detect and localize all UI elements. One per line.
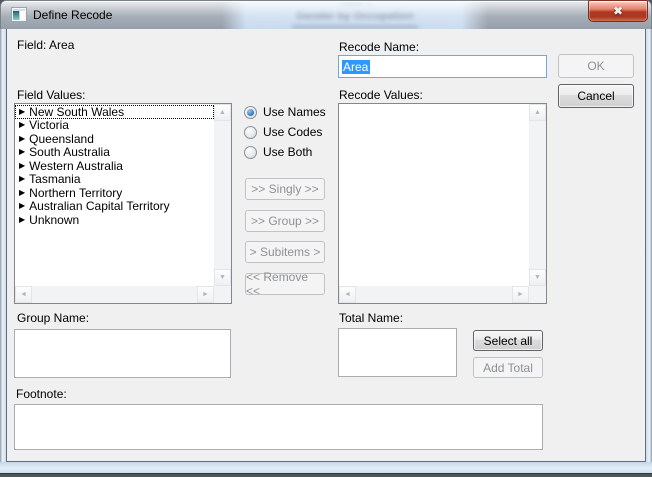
- field-label: Field: Area: [17, 38, 74, 52]
- close-button[interactable]: ✖: [588, 0, 648, 22]
- expand-arrow-icon: ▶: [19, 162, 25, 170]
- scroll-left-button[interactable]: ◄: [15, 286, 32, 303]
- arrow-right-icon: ►: [517, 291, 524, 298]
- list-item[interactable]: ▶ Victoria: [15, 119, 214, 133]
- expand-arrow-icon: ▶: [19, 202, 25, 210]
- list-item[interactable]: ▶ South Australia: [15, 146, 214, 160]
- app-icon: [11, 7, 27, 22]
- list-item-label: New South Wales: [29, 105, 124, 119]
- arrow-left-icon: ◄: [20, 291, 27, 298]
- field-values-label: Field Values:: [17, 88, 85, 102]
- field-values-listbox: ▶ New South Wales ▶ Victoria ▶ Queensland ▶ Sou…: [14, 103, 232, 304]
- add-total-button[interactable]: Add Total: [473, 357, 543, 378]
- expand-arrow-icon: ▶: [19, 175, 25, 183]
- arrow-left-icon: ◄: [344, 291, 351, 298]
- list-item-label: Unknown: [29, 213, 79, 227]
- list-item[interactable]: ▶ Queensland: [15, 132, 214, 146]
- recode-values-list: [339, 105, 529, 286]
- scroll-right-button[interactable]: ►: [197, 286, 214, 303]
- radio-button-icon[interactable]: [244, 106, 257, 119]
- recode-values-label: Recode Values:: [339, 88, 423, 102]
- select-all-button[interactable]: Select all: [473, 330, 543, 351]
- total-name-input[interactable]: [338, 328, 457, 377]
- horizontal-scrollbar[interactable]: ◄ ►: [339, 286, 529, 303]
- scroll-down-button[interactable]: ▼: [214, 269, 231, 286]
- list-item[interactable]: ▶ Australian Capital Territory: [15, 200, 214, 214]
- ok-button[interactable]: OK: [558, 54, 634, 78]
- expand-arrow-icon: ▶: [19, 121, 25, 129]
- expand-arrow-icon: ▶: [19, 216, 25, 224]
- list-item-label: Tasmania: [29, 172, 80, 186]
- horizontal-scrollbar[interactable]: ◄ ►: [15, 286, 214, 303]
- window-border-right: [646, 29, 652, 474]
- arrow-right-icon: ►: [202, 291, 209, 298]
- list-item-label: Australian Capital Territory: [29, 199, 170, 213]
- vertical-scrollbar[interactable]: ▲ ▼: [214, 104, 231, 286]
- close-icon: ✖: [613, 5, 623, 17]
- radio-use-codes[interactable]: Use Codes: [244, 125, 322, 139]
- radio-button-icon[interactable]: [244, 126, 257, 139]
- list-item-label: South Australia: [29, 145, 110, 159]
- footnote-input[interactable]: [14, 404, 543, 450]
- subitems-button[interactable]: > Subitems >: [245, 241, 325, 263]
- list-item-label: Western Australia: [29, 159, 123, 173]
- arrow-up-icon: ▲: [219, 109, 226, 116]
- list-item[interactable]: ▶ Western Australia: [15, 159, 214, 173]
- arrow-up-icon: ▲: [534, 109, 541, 116]
- radio-label: Use Codes: [263, 125, 322, 139]
- scrollbar-corner: [529, 286, 546, 303]
- list-item[interactable]: ▶ Tasmania: [15, 173, 214, 187]
- footnote-label: Footnote:: [16, 387, 67, 401]
- total-name-label: Total Name:: [339, 311, 403, 325]
- scroll-up-button[interactable]: ▲: [214, 104, 231, 121]
- group-button[interactable]: >> Group >>: [245, 210, 325, 232]
- scroll-up-button[interactable]: ▲: [529, 104, 546, 121]
- scroll-down-button[interactable]: ▼: [529, 269, 546, 286]
- window-border-bottom: [0, 462, 652, 474]
- remove-button[interactable]: << Remove <<: [245, 273, 325, 295]
- singly-button[interactable]: >> Singly >>: [245, 178, 325, 200]
- cancel-button[interactable]: Cancel: [558, 84, 634, 108]
- window-title: Define Recode: [33, 8, 112, 22]
- recode-values-listbox: ▲ ▼ ◄ ►: [338, 103, 547, 304]
- field-values-list: ▶ New South Wales ▶ Victoria ▶ Queensland ▶ Sou…: [15, 105, 214, 286]
- list-item[interactable]: ▶ Northern Territory: [15, 186, 214, 200]
- scroll-right-button[interactable]: ►: [512, 286, 529, 303]
- expand-arrow-icon: ▶: [19, 189, 25, 197]
- define-recode-dialog: Table 1 Gender by Occupation Define Reco…: [0, 0, 652, 477]
- list-item-label: Northern Territory: [29, 186, 122, 200]
- list-item-label: Queensland: [29, 132, 94, 146]
- recode-name-input[interactable]: Area: [338, 55, 547, 78]
- scroll-left-button[interactable]: ◄: [339, 286, 356, 303]
- expand-arrow-icon: ▶: [19, 135, 25, 143]
- expand-arrow-icon: ▶: [19, 148, 25, 156]
- radio-use-names[interactable]: Use Names: [244, 105, 326, 119]
- scrollbar-corner: [214, 286, 231, 303]
- list-item-label: Victoria: [29, 118, 69, 132]
- vertical-scrollbar[interactable]: ▲ ▼: [529, 104, 546, 286]
- list-item[interactable]: ▶ Unknown: [15, 213, 214, 227]
- expand-arrow-icon: ▶: [19, 108, 25, 116]
- group-name-input[interactable]: [14, 329, 231, 378]
- selected-text: Area: [342, 60, 370, 74]
- list-item[interactable]: ▶ New South Wales: [15, 105, 214, 119]
- radio-label: Use Names: [263, 105, 326, 119]
- arrow-down-icon: ▼: [534, 274, 541, 281]
- radio-label: Use Both: [263, 145, 312, 159]
- window-border-left: [0, 29, 6, 474]
- radio-use-both[interactable]: Use Both: [244, 145, 312, 159]
- recode-name-label: Recode Name:: [339, 40, 419, 54]
- radio-button-icon[interactable]: [244, 146, 257, 159]
- arrow-down-icon: ▼: [219, 274, 226, 281]
- group-name-label: Group Name:: [17, 311, 89, 325]
